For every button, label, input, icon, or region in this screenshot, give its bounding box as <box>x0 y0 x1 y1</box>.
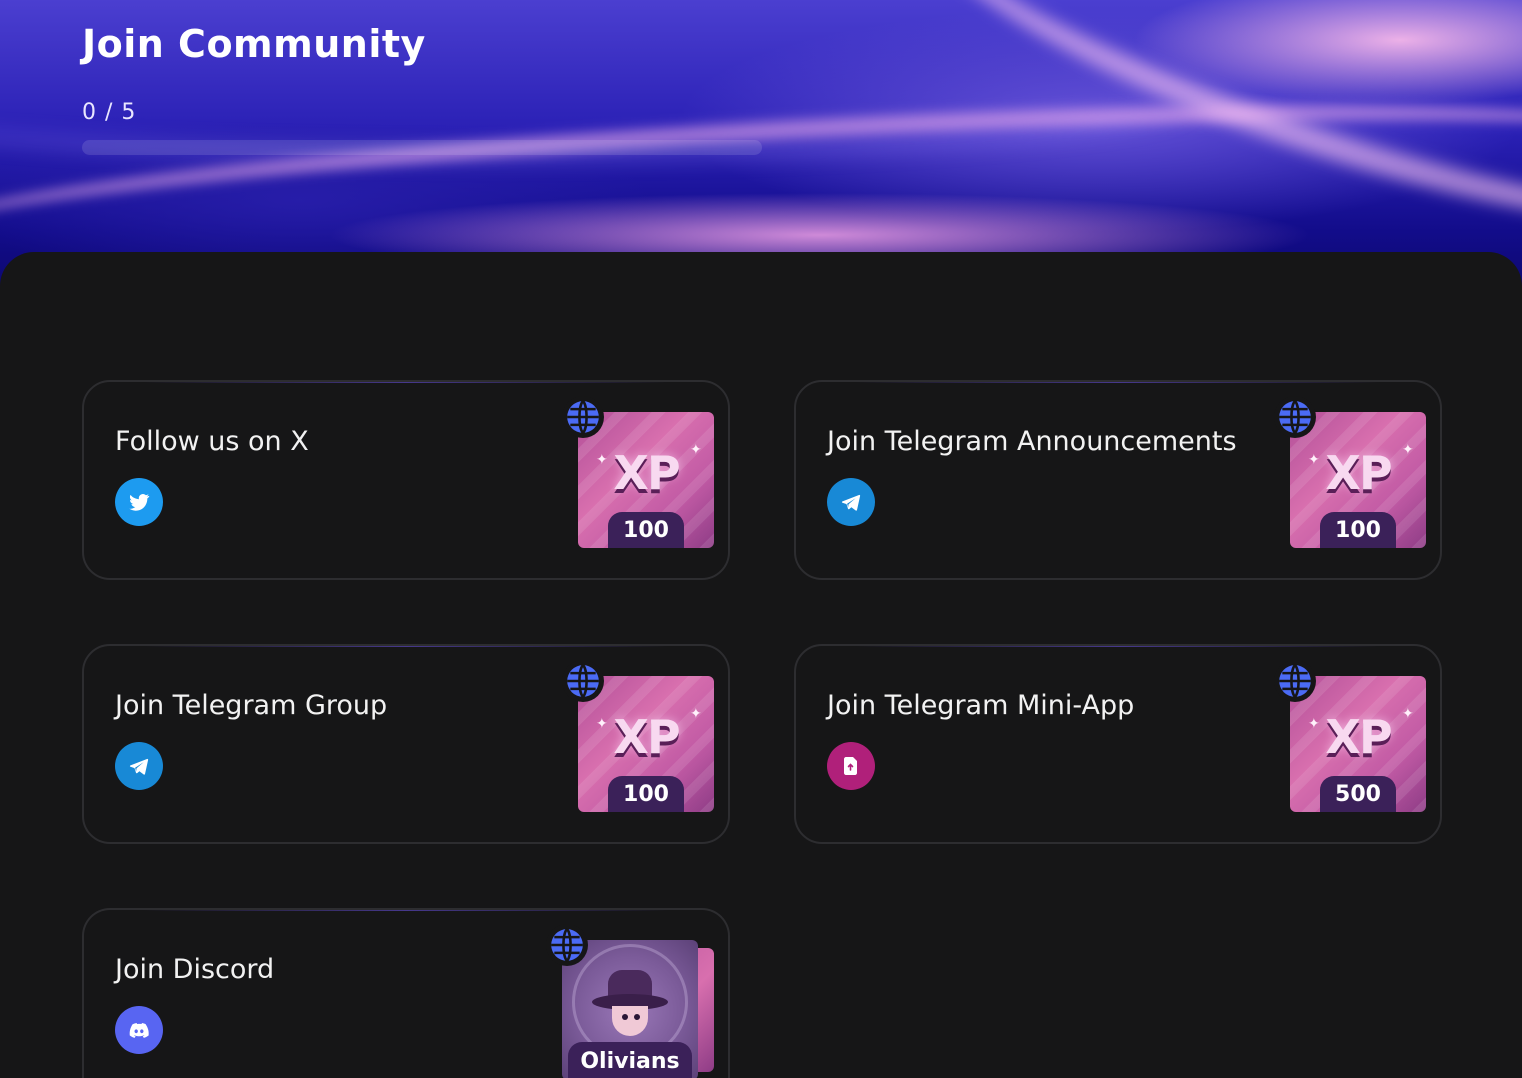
quest-title: Join Telegram Group <box>115 690 388 721</box>
mini-app-icon <box>827 742 875 790</box>
twitter-icon <box>115 478 163 526</box>
quest-card-telegram-group[interactable]: Join Telegram Group ✦ ✦ XP 100 <box>82 644 730 844</box>
xp-amount: 500 <box>1320 776 1396 812</box>
quest-title: Join Telegram Announcements <box>827 426 1237 457</box>
avatar-reward: Olivians <box>562 940 722 1078</box>
xp-label: XP <box>613 710 680 764</box>
quest-card-telegram-announcements[interactable]: Join Telegram Announcements ✦ ✦ XP 100 <box>794 380 1442 580</box>
globe-icon <box>562 396 604 438</box>
quest-card-telegram-mini-app[interactable]: Join Telegram Mini-App ✦ ✦ XP 500 <box>794 644 1442 844</box>
page-title: Join Community <box>82 22 426 66</box>
telegram-icon <box>827 478 875 526</box>
xp-amount: 100 <box>608 512 684 548</box>
discord-icon <box>115 1006 163 1054</box>
globe-icon <box>546 924 588 966</box>
quest-title: Join Discord <box>115 954 275 985</box>
hero-banner: Join Community 0 / 5 <box>0 0 1522 290</box>
quest-title: Join Telegram Mini-App <box>827 690 1135 721</box>
xp-amount: 100 <box>608 776 684 812</box>
globe-icon <box>1274 660 1316 702</box>
progress-count: 0 / 5 <box>82 100 137 125</box>
xp-label: XP <box>1325 446 1392 500</box>
progress-bar <box>82 140 762 155</box>
quest-card-discord[interactable]: Join Discord Olivians <box>82 908 730 1078</box>
quest-panel: Follow us on X ✦ ✦ XP 100 Join Telegram … <box>0 252 1522 1078</box>
quest-title: Follow us on X <box>115 426 309 457</box>
telegram-icon <box>115 742 163 790</box>
quest-card-follow-x[interactable]: Follow us on X ✦ ✦ XP 100 <box>82 380 730 580</box>
xp-amount: 100 <box>1320 512 1396 548</box>
xp-label: XP <box>1325 710 1392 764</box>
xp-label: XP <box>613 446 680 500</box>
globe-icon <box>562 660 604 702</box>
avatar-name: Olivians <box>568 1042 692 1078</box>
globe-icon <box>1274 396 1316 438</box>
